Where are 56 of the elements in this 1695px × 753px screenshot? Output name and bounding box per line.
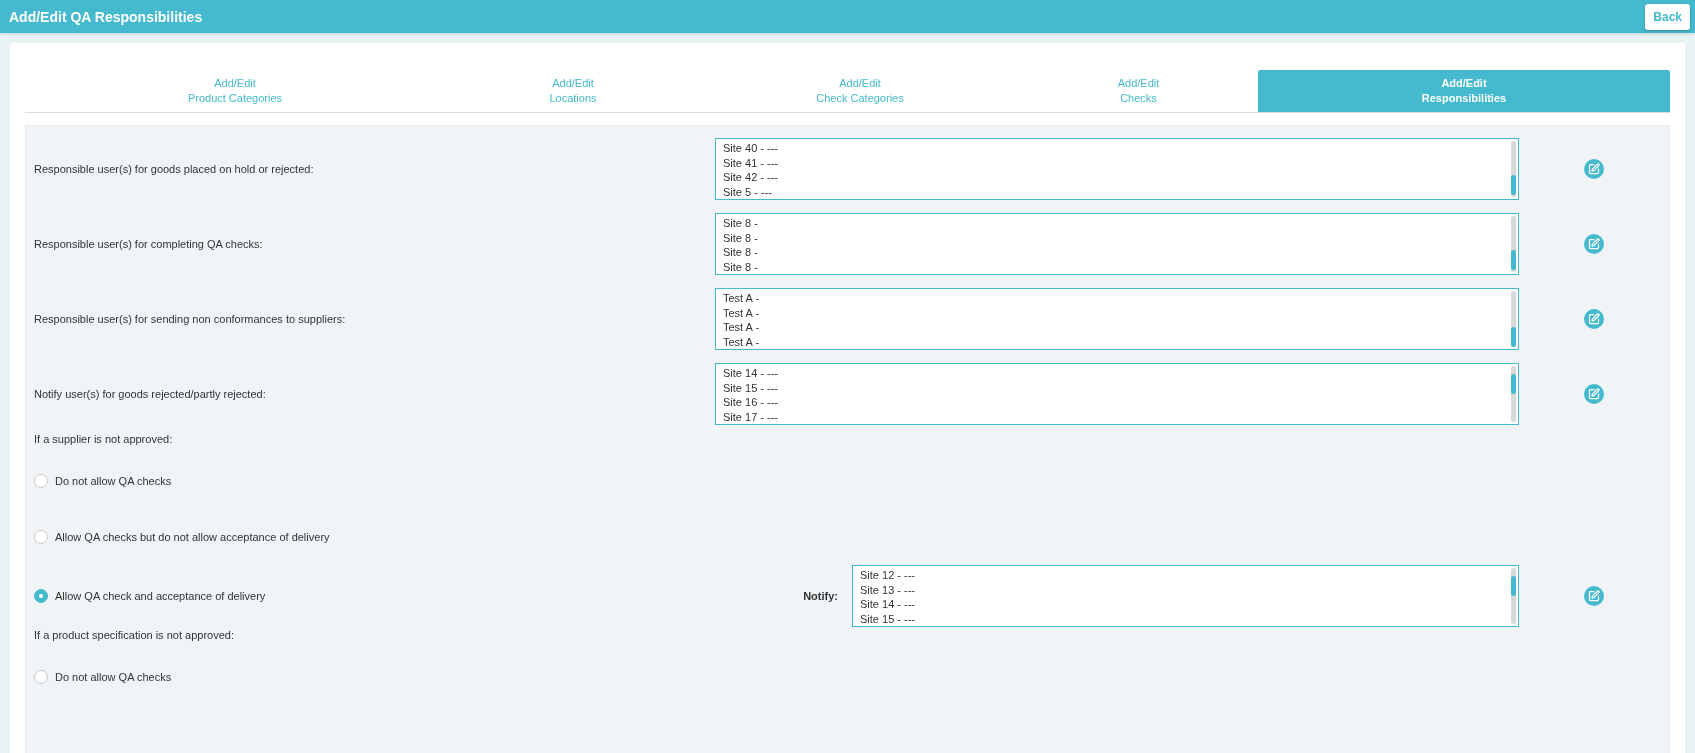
radio-label[interactable]: Do not allow QA checks (55, 475, 172, 487)
edit-button[interactable] (1584, 586, 1604, 606)
user-list-item[interactable]: Site 5 - --- (723, 184, 1504, 199)
edit-icon (1588, 590, 1600, 602)
radio-button[interactable] (34, 530, 48, 544)
page-title: Add/Edit QA Responsibilities (9, 8, 203, 25)
user-list-item[interactable]: Site 15 - --- (723, 380, 1504, 395)
edit-icon (1588, 238, 1600, 250)
user-list-item[interactable]: Test A - (723, 334, 1504, 349)
radio-label[interactable]: Do not allow QA checks (55, 671, 172, 683)
user-list-item[interactable]: Test A - (723, 305, 1504, 320)
user-list-item[interactable]: Site 42 - --- (723, 170, 1504, 185)
user-list-item[interactable]: Site 14 - --- (723, 366, 1504, 381)
section-heading: If a product specification is not approved: (34, 629, 234, 641)
edit-button[interactable] (1584, 234, 1604, 254)
user-list-box[interactable]: Site 40 - --- Site 41 - --- Site 42 - --- Site 5 - --- (715, 138, 1519, 200)
user-list-item[interactable]: Site 15 - --- (860, 611, 1504, 626)
edit-button[interactable] (1584, 159, 1604, 179)
user-list-box[interactable]: Site 8 - Site 8 - Site 8 - Site 8 - (715, 213, 1519, 275)
user-list-item[interactable]: Site 41 - --- (723, 155, 1504, 170)
edit-icon (1588, 313, 1600, 325)
radio-button[interactable] (34, 670, 48, 684)
user-list-item[interactable]: Site 40 - --- (723, 141, 1504, 156)
user-list-item[interactable]: Test A - (723, 291, 1504, 306)
edit-icon (1588, 388, 1600, 400)
user-list-item[interactable]: Site 14 - --- (860, 597, 1504, 612)
edit-icon (1588, 163, 1600, 175)
edit-button[interactable] (1584, 309, 1604, 329)
field-label: Responsible user(s) for sending non conformances to suppliers: (34, 313, 347, 325)
field-label: Responsible user(s) for goods placed on hold or rejected: (34, 163, 315, 175)
user-list-item[interactable]: Site 13 - --- (860, 582, 1504, 597)
user-list-box[interactable]: Site 14 - --- Site 15 - --- Site 16 - --- Site 17 - --- (715, 363, 1519, 425)
scrollbar[interactable] (1511, 291, 1516, 347)
radio-label[interactable]: Allow QA checks but do not allow acceptance of delivery (55, 531, 330, 543)
user-list-item[interactable]: Site 8 - (723, 259, 1504, 274)
edit-button[interactable] (1584, 384, 1604, 404)
scrollbar[interactable] (1511, 568, 1516, 624)
radio-button[interactable] (34, 589, 48, 603)
radio-button[interactable] (34, 474, 48, 488)
scrollbar[interactable] (1511, 216, 1516, 272)
scrollbar[interactable] (1511, 141, 1516, 197)
user-list-item[interactable]: Site 16 - --- (723, 395, 1504, 410)
user-list-box[interactable]: Test A - Test A - Test A - Test A - (715, 288, 1519, 350)
field-label: Notify user(s) for goods rejected/partly rejected: (34, 388, 267, 400)
section-heading: If a supplier is not approved: (34, 433, 173, 445)
scrollbar[interactable] (1511, 366, 1516, 422)
user-list-item[interactable]: Site 8 - (723, 216, 1504, 231)
field-label: Responsible user(s) for completing QA checks: (34, 238, 264, 250)
user-list-item[interactable]: Site 8 - (723, 245, 1504, 260)
user-list-item[interactable]: Site 12 - --- (860, 568, 1504, 583)
radio-label[interactable]: Allow QA check and acceptance of delivery (55, 590, 266, 602)
user-list-box[interactable]: Site 12 - --- Site 13 - --- Site 14 - --- Site 15 - --- (852, 565, 1519, 627)
user-list-item[interactable]: Site 8 - (723, 230, 1504, 245)
notify-label: Notify: (803, 590, 838, 602)
user-list-item[interactable]: Test A - (723, 320, 1504, 335)
user-list-item[interactable]: Site 17 - --- (723, 409, 1504, 424)
